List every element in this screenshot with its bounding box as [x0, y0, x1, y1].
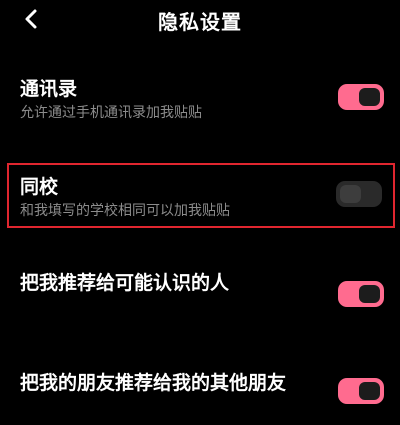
recommend-me-toggle[interactable] — [338, 281, 384, 307]
same-school-toggle[interactable] — [336, 181, 382, 207]
setting-label: 把我推荐给可能认识的人 — [20, 272, 230, 294]
setting-row-recommend-me: 把我推荐给可能认识的人 — [0, 268, 400, 308]
toggle-knob — [340, 185, 361, 203]
page-title: 隐私设置 — [158, 10, 242, 34]
privacy-settings-page: 隐私设置 通讯录 允许通过手机通讯录加我贴贴 同校 和我填写的学校相同可以加我贴… — [0, 0, 400, 425]
setting-row-same-school: 同校 和我填写的学校相同可以加我贴贴 — [0, 172, 400, 222]
toggle-knob — [359, 285, 380, 303]
setting-label: 同校 — [20, 176, 59, 198]
contacts-toggle[interactable] — [338, 84, 384, 110]
toggle-knob — [359, 382, 380, 400]
setting-label: 把我的朋友推荐给我的其他朋友 — [20, 372, 287, 394]
setting-row-recommend-friends: 把我的朋友推荐给我的其他朋友 — [0, 368, 400, 408]
setting-description: 和我填写的学校相同可以加我贴贴 — [20, 203, 230, 219]
setting-label: 通讯录 — [20, 78, 78, 100]
toggle-knob — [359, 88, 380, 106]
setting-description: 允许通过手机通讯录加我贴贴 — [20, 105, 202, 121]
setting-row-contacts: 通讯录 允许通过手机通讯录加我贴贴 — [0, 74, 400, 134]
recommend-friends-toggle[interactable] — [338, 378, 384, 404]
